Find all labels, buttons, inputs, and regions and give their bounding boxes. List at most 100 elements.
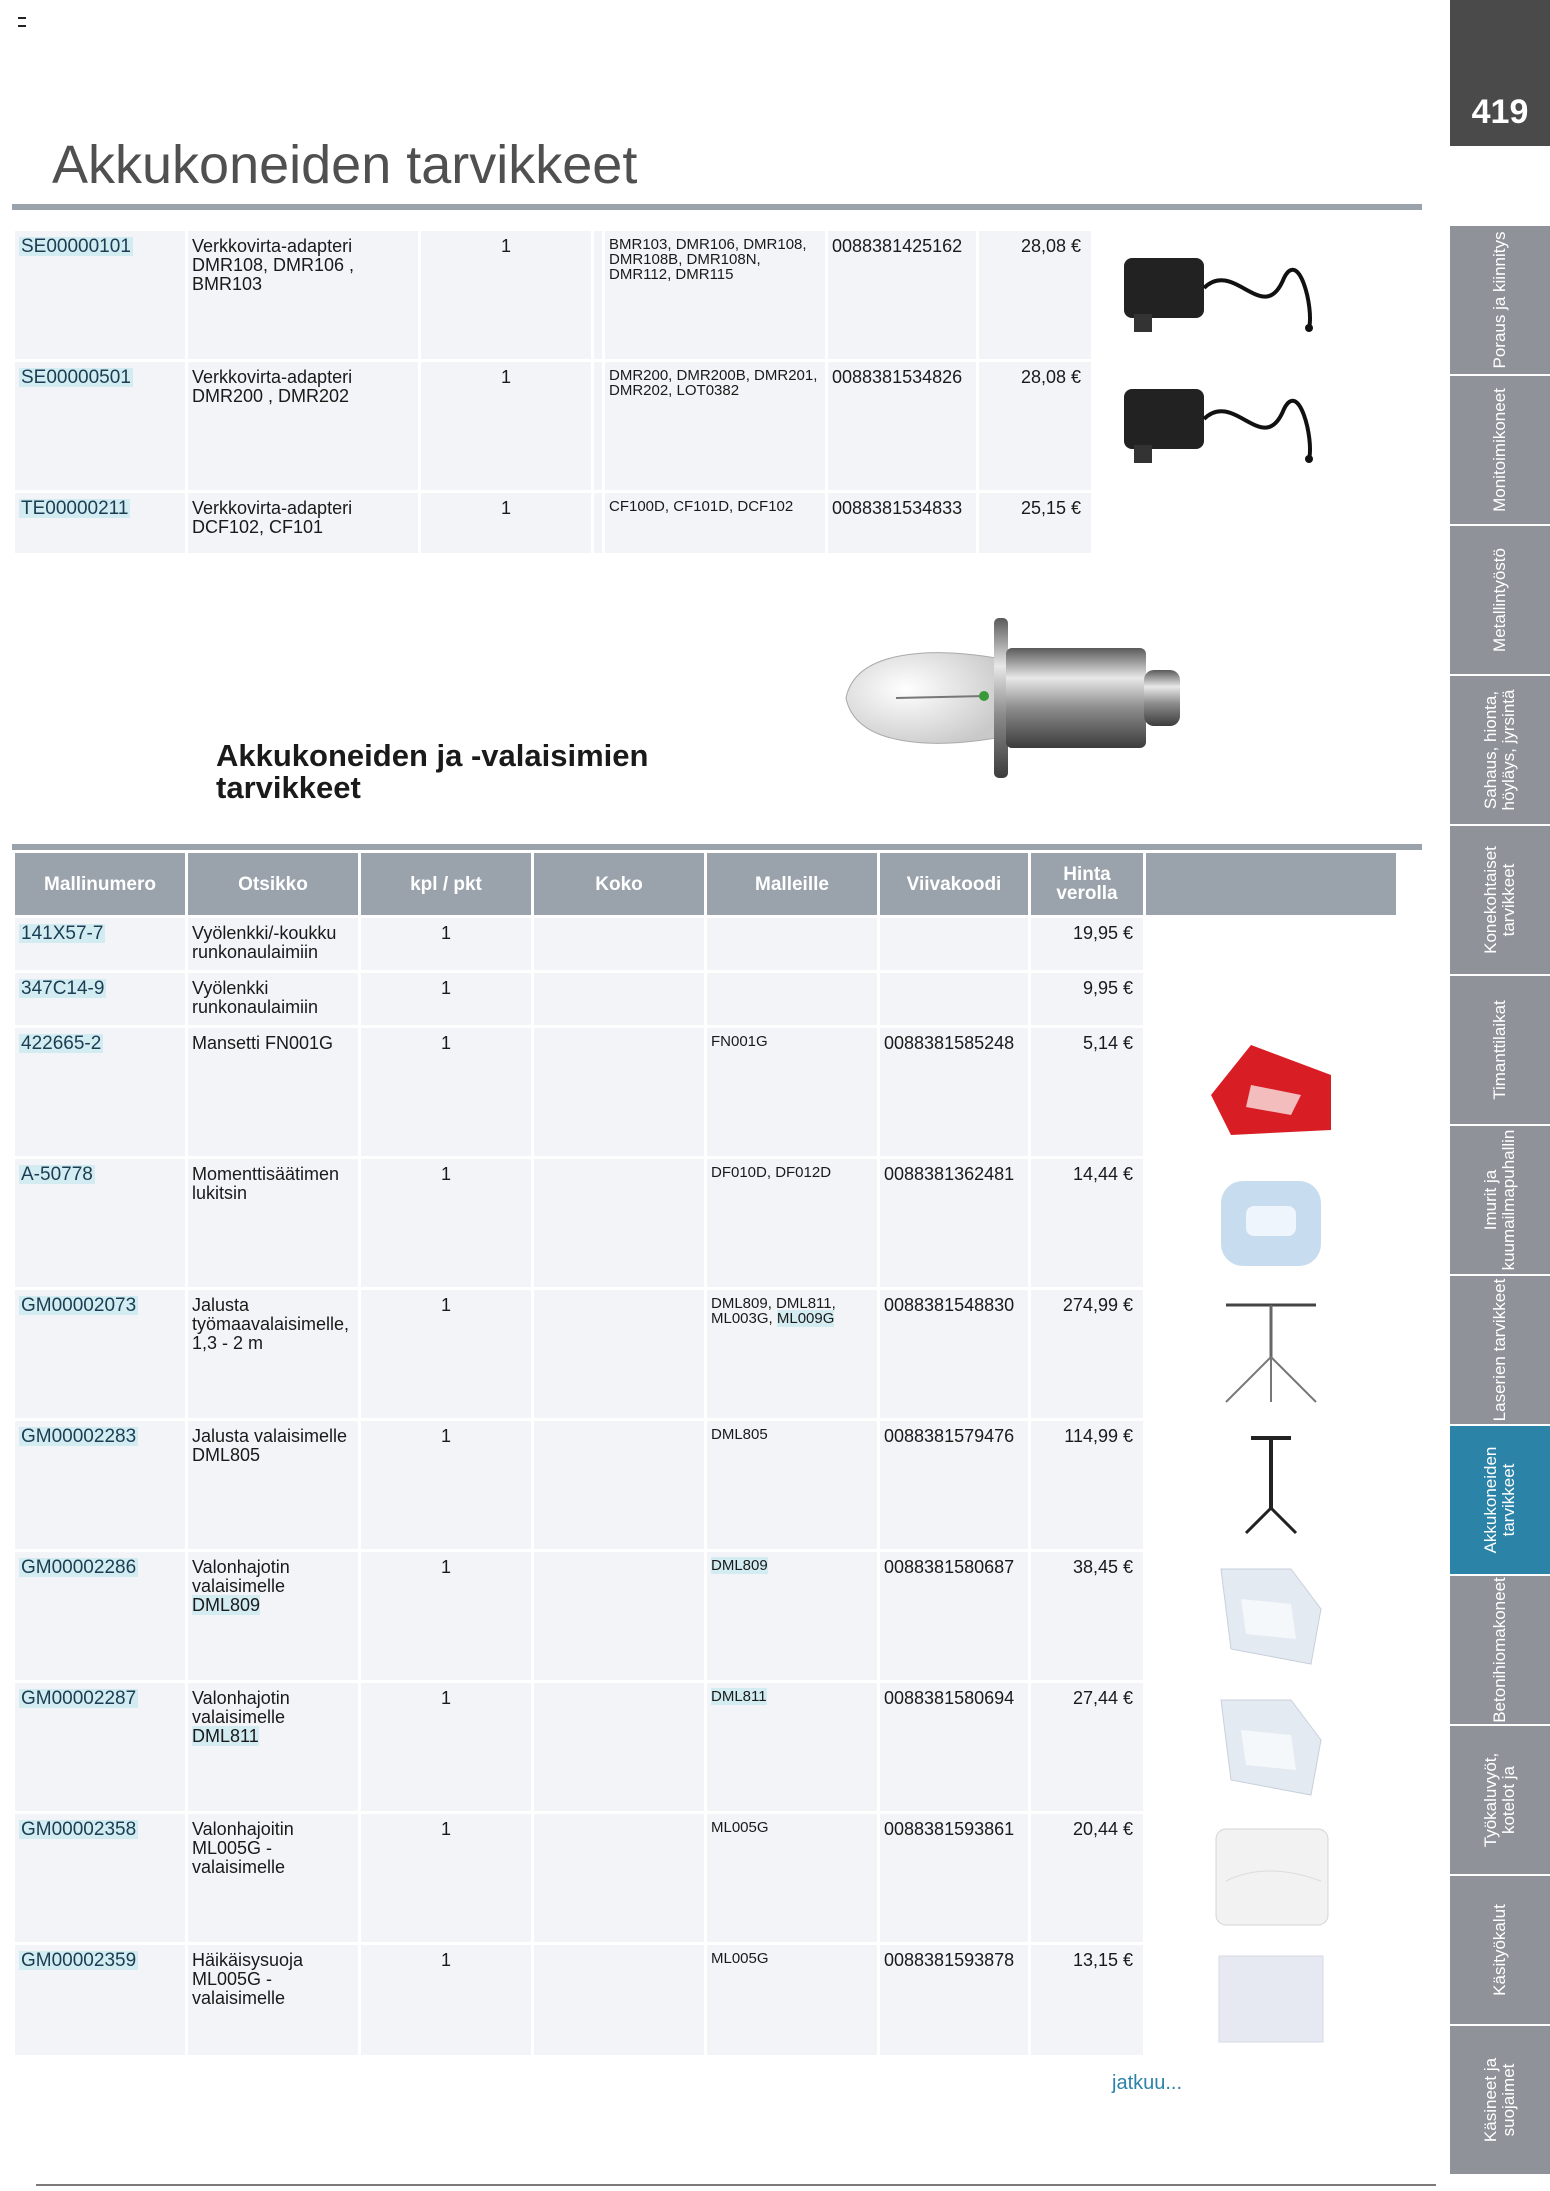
bulb-image (845, 618, 1180, 778)
product-qty: 1 (421, 231, 591, 359)
product-title: Vyölenkki/-koukku runkonaulaimiin (192, 923, 337, 962)
product-models-cell: ML005G (707, 1814, 877, 1942)
side-tab[interactable]: Käsityökalut (1450, 1876, 1550, 2024)
table-row: 422665-2 Mansetti FN001G 1 FN001G 008838… (15, 1028, 1396, 1156)
stand-image (1146, 1421, 1396, 1549)
table-row: GM00002287 Valonhajotin valaisimelle DML… (15, 1683, 1396, 1811)
product-title-cell: Häikäisysuoja ML005G - valaisimelle (188, 1945, 358, 2055)
page-number-box: 419 (1450, 0, 1550, 146)
continued-link[interactable]: jatkuu... (1112, 2072, 1182, 2095)
col-viivakoodi: Viivakoodi (880, 853, 1028, 915)
table-header-row: Mallinumero Otsikko kpl / pkt Koko Malle… (15, 853, 1396, 915)
product-barcode: 0088381534826 (828, 362, 976, 490)
product-title: Valonhajotin valaisimelle (192, 1557, 290, 1596)
product-size (534, 1028, 704, 1156)
product-qty: 1 (361, 1290, 531, 1418)
product-models-cell (707, 918, 877, 970)
diffuser-image (1146, 1683, 1396, 1811)
product-qty: 1 (361, 1814, 531, 1942)
product-price: 28,08 € (979, 362, 1091, 490)
product-size (594, 493, 602, 553)
side-tab[interactable]: Sahaus, hionta, höyläys, jyrsintä (1450, 676, 1550, 824)
product-qty: 1 (361, 1159, 531, 1287)
product-qty: 1 (361, 1028, 531, 1156)
product-title: Jalusta valaisimelle DML805 (192, 1426, 348, 1465)
product-price: 38,45 € (1031, 1552, 1143, 1680)
side-tab[interactable]: Poraus ja kiinnitys (1450, 226, 1550, 374)
product-title-cell: Jalusta työmaavalaisimelle, 1,3 - 2 m (188, 1290, 358, 1418)
product-barcode: 0088381579476 (880, 1421, 1028, 1549)
side-tab-label: Monitoimikoneet (1490, 388, 1509, 512)
product-code: A-50778 (15, 1159, 185, 1287)
product-size (534, 1683, 704, 1811)
product-price: 20,44 € (1031, 1814, 1143, 1942)
side-tab[interactable]: Laserien tarvikkeet (1450, 1276, 1550, 1424)
product-models-cell (707, 973, 877, 1025)
product-title: Momenttisäätimen lukitsin (192, 1164, 340, 1203)
image-cell (1146, 918, 1396, 970)
product-qty: 1 (361, 1683, 531, 1811)
product-title-highlight: DML811 (192, 1726, 259, 1746)
product-barcode: 0088381425162 (828, 231, 976, 359)
product-barcode: 0088381580687 (880, 1552, 1028, 1680)
product-code: 141X57-7 (15, 918, 185, 970)
product-title: Verkkovirta-adapteri DCF102, CF101 (188, 493, 418, 553)
product-size (534, 1159, 704, 1287)
menu-icon (18, 17, 26, 27)
product-models: DF010D, DF012D (711, 1164, 832, 1181)
product-price: 25,15 € (979, 493, 1091, 553)
product-qty: 1 (361, 918, 531, 970)
product-qty: 1 (361, 1552, 531, 1680)
side-tab[interactable]: Akkukoneiden tarvikkeet (1450, 1426, 1550, 1574)
product-size (534, 973, 704, 1025)
side-tab-label: Käsityökalut (1490, 1904, 1509, 1996)
side-tab-label: Metallintyöstö (1490, 548, 1509, 652)
product-code: GM00002283 (15, 1421, 185, 1549)
product-size (594, 362, 602, 490)
col-image (1146, 853, 1396, 915)
product-title-cell: Vyölenkki/-koukku runkonaulaimiin (188, 918, 358, 970)
product-models: DML805 (711, 1426, 768, 1443)
table-row: 347C14-9 Vyölenkki runkonaulaimiin 1 9,9… (15, 973, 1396, 1025)
product-code: 347C14-9 (15, 973, 185, 1025)
side-tab[interactable]: Työkaluvyöt, kotelot ja (1450, 1726, 1550, 1874)
side-tab[interactable]: Betonihiomakoneet (1450, 1576, 1550, 1724)
product-price: 14,44 € (1031, 1159, 1143, 1287)
side-tab[interactable]: Imurit ja kuumailmapuhallin (1450, 1126, 1550, 1274)
adapter-table: SE00000101 Verkkovirta-adapteri DMR108, … (12, 228, 1347, 556)
product-price: 28,08 € (979, 231, 1091, 359)
product-barcode: 0088381548830 (880, 1290, 1028, 1418)
side-tab[interactable]: Metallintyöstö (1450, 526, 1550, 674)
side-tab[interactable]: Monitoimikoneet (1450, 376, 1550, 524)
table-row: SE00000501 Verkkovirta-adapteri DMR200 ,… (15, 362, 1344, 490)
product-title: Jalusta työmaavalaisimelle, 1,3 - 2 m (192, 1295, 350, 1353)
product-qty: 1 (421, 493, 591, 553)
power-adapter-image (1094, 231, 1344, 359)
power-adapter-image (1094, 362, 1344, 490)
product-barcode: 0088381593878 (880, 1945, 1028, 2055)
product-models-cell: ML005G (707, 1945, 877, 2055)
side-tab[interactable]: Konekohtaiset tarvikkeet (1450, 826, 1550, 974)
product-models-highlight: ML009G (776, 1310, 835, 1327)
tripod-image (1146, 1290, 1396, 1418)
product-title-cell: Valonhajotin valaisimelle DML811 (188, 1683, 358, 1811)
product-price: 5,14 € (1031, 1028, 1143, 1156)
product-size (534, 1421, 704, 1549)
image-cell (1094, 493, 1344, 553)
product-title-cell: Jalusta valaisimelle DML805 (188, 1421, 358, 1549)
col-malleille: Malleille (707, 853, 877, 915)
product-price: 27,44 € (1031, 1683, 1143, 1811)
product-size (594, 231, 602, 359)
product-price: 13,15 € (1031, 1945, 1143, 2055)
product-barcode: 0088381585248 (880, 1028, 1028, 1156)
side-tab[interactable]: Käsineet ja suojaimet (1450, 2026, 1550, 2174)
product-title-highlight: DML809 (192, 1595, 261, 1615)
product-models-cell: DML805 (707, 1421, 877, 1549)
product-title: Verkkovirta-adapteri DMR108, DMR106 , BM… (188, 231, 418, 359)
product-title: Mansetti FN001G (192, 1033, 334, 1053)
product-size (534, 1945, 704, 2055)
table-row: 141X57-7 Vyölenkki/-koukku runkonaulaimi… (15, 918, 1396, 970)
product-title: Häikäisysuoja ML005G - valaisimelle (192, 1950, 304, 2008)
side-tab[interactable]: Timanttilaikat (1450, 976, 1550, 1124)
table-row: GM00002283 Jalusta valaisimelle DML805 1… (15, 1421, 1396, 1549)
